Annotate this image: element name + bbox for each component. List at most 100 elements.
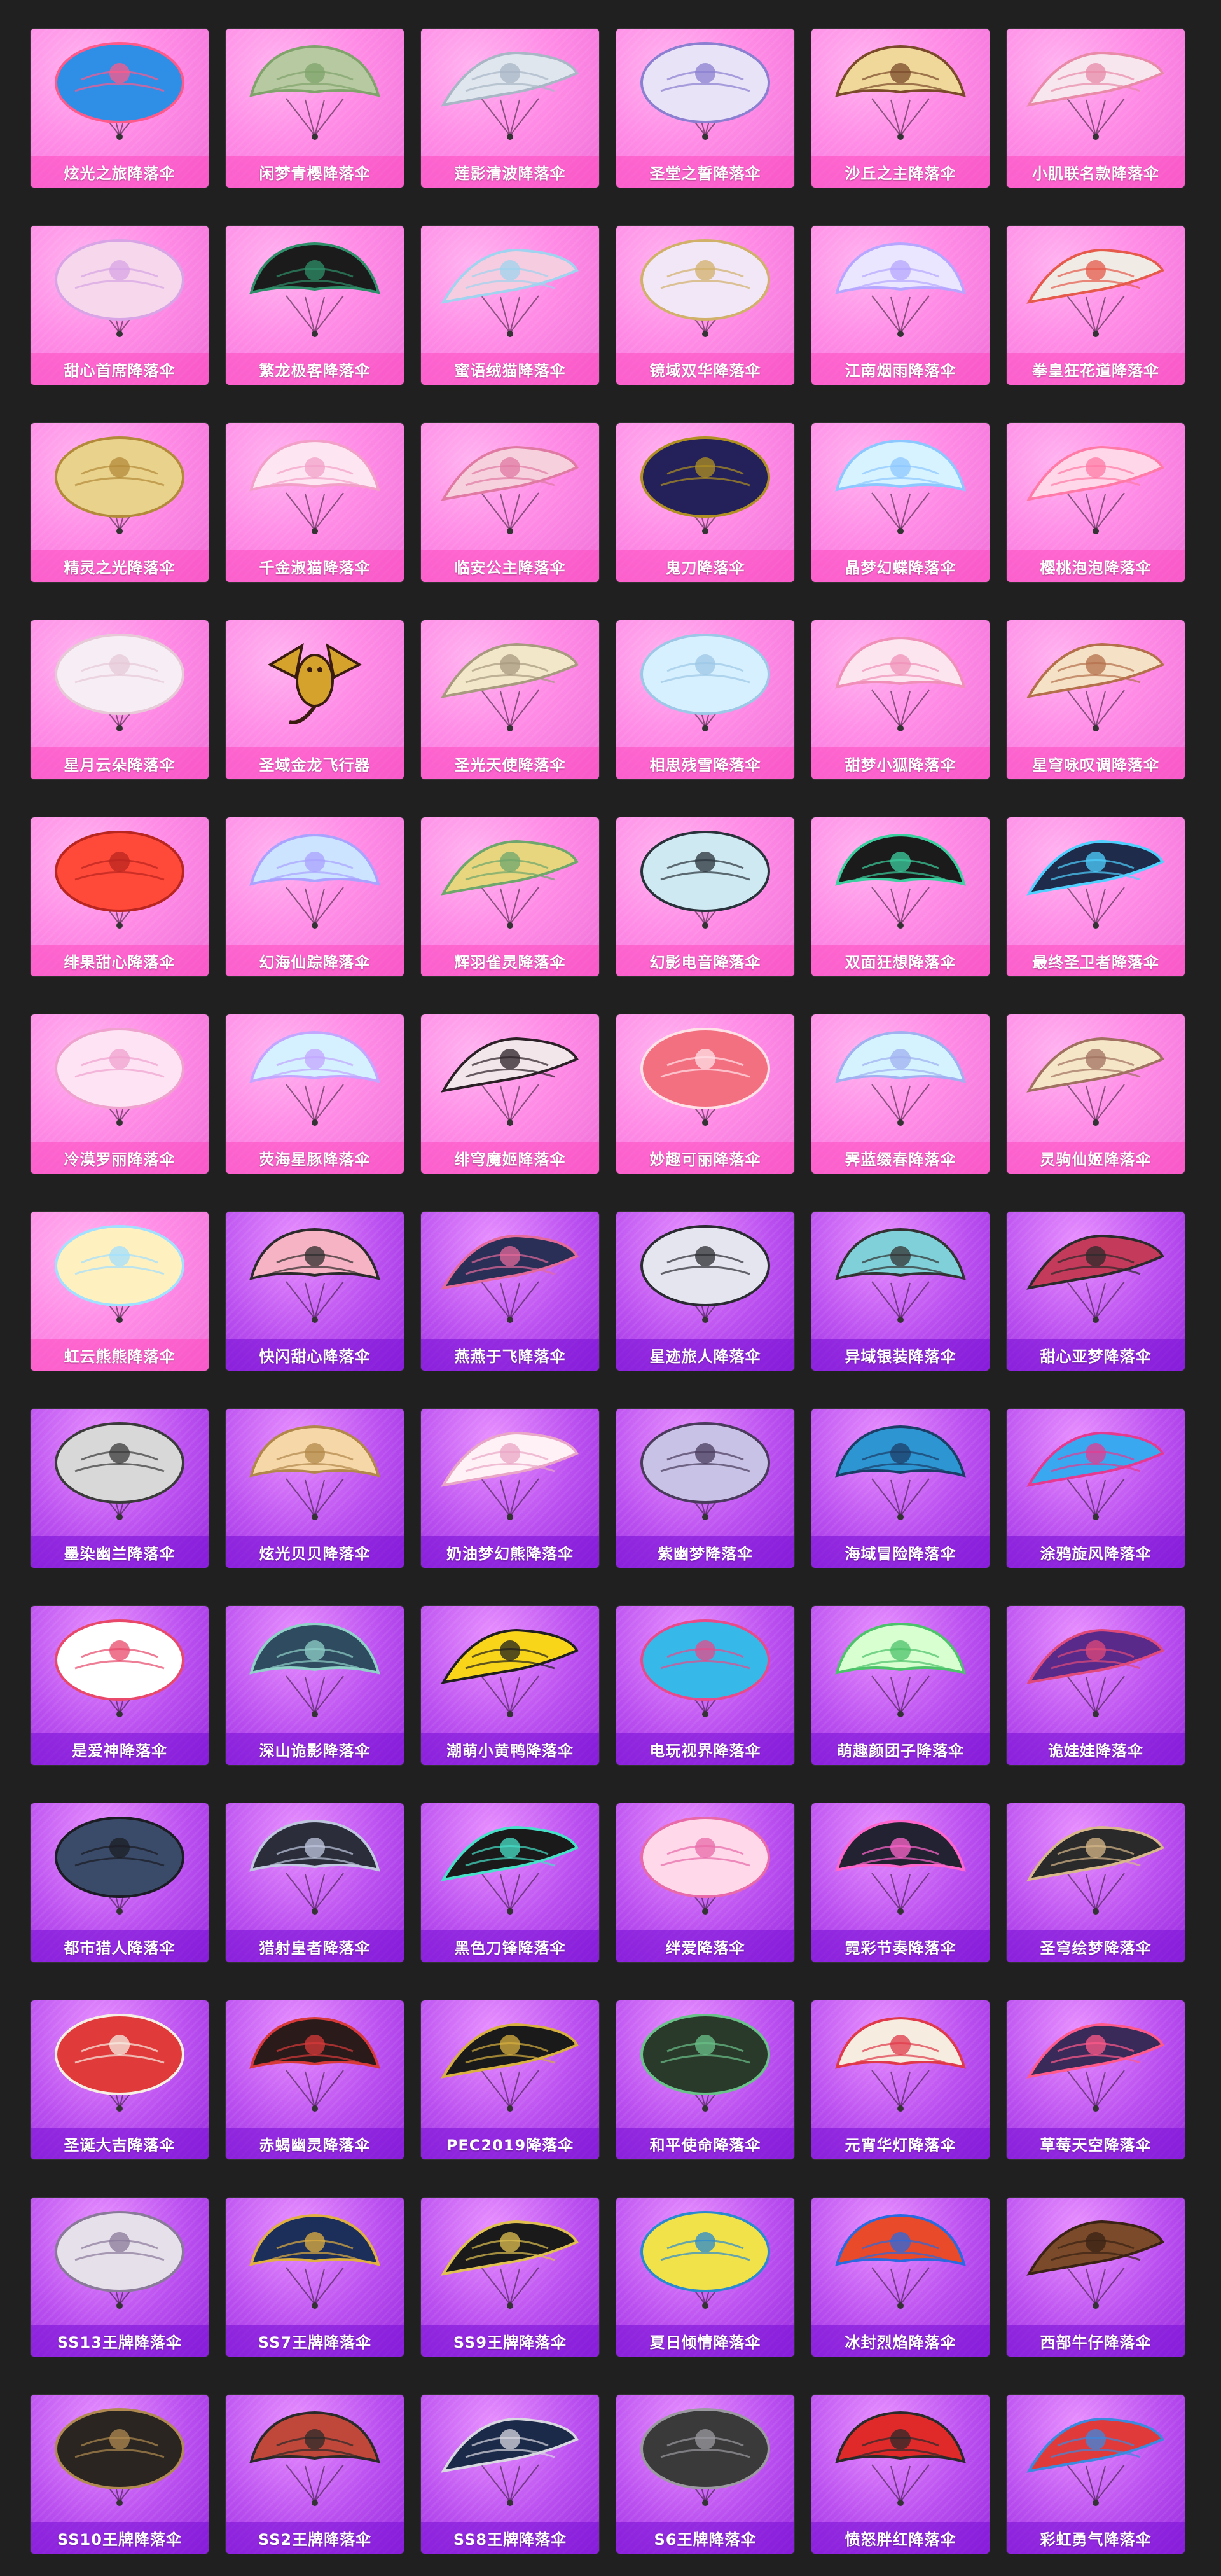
skin-label-bar: 和平使命降落伞 [616,2128,794,2159]
skin-card[interactable]: 鬼刀降落伞 [616,423,794,582]
skin-card[interactable]: 奶油梦幻熊降落伞 [421,1409,599,1568]
skin-card[interactable]: 圣穹绘梦降落伞 [1007,1803,1185,1962]
skin-card[interactable]: 彩虹勇气降落伞 [1007,2395,1185,2554]
skin-card[interactable]: 虹云熊熊降落伞 [31,1212,209,1371]
skin-label-bar: 绯果甜心降落伞 [31,945,209,976]
skin-card[interactable]: SS13王牌降落伞 [31,2198,209,2357]
skin-card[interactable]: 异域银装降落伞 [811,1212,990,1371]
skin-card[interactable]: 樱桃泡泡降落伞 [1007,423,1185,582]
parachute-icon [1026,445,1164,534]
skin-card[interactable]: 圣堂之誓降落伞 [616,29,794,188]
skin-card[interactable]: 最终圣卫者降落伞 [1007,817,1185,976]
skin-card[interactable]: SS7王牌降落伞 [226,2198,404,2357]
skin-card[interactable]: SS8王牌降落伞 [421,2395,599,2554]
skin-card[interactable]: 诡娃娃降落伞 [1007,1606,1185,1765]
skin-card[interactable]: 黑色刀锋降落伞 [421,1803,599,1962]
skin-card[interactable]: 绯果甜心降落伞 [31,817,209,976]
skin-card[interactable]: 拳皇狂花道降落伞 [1007,226,1185,385]
skin-card[interactable]: 和平使命降落伞 [616,2000,794,2159]
skin-label-bar: 最终圣卫者降落伞 [1007,945,1185,976]
skin-card[interactable]: 甜心亚梦降落伞 [1007,1212,1185,1371]
skin-card[interactable]: 赤蝎幽灵降落伞 [226,2000,404,2159]
skin-card[interactable]: 妙趣可丽降落伞 [616,1014,794,1174]
skin-name: 奶油梦幻熊降落伞 [446,1544,574,1563]
skin-card[interactable]: 临安公主降落伞 [421,423,599,582]
skin-card[interactable]: 草莓天空降落伞 [1007,2000,1185,2159]
skin-card[interactable]: 都市猎人降落伞 [31,1803,209,1962]
skin-card[interactable]: 快闪甜心降落伞 [226,1212,404,1371]
skin-card[interactable]: 甜心首席降落伞 [31,226,209,385]
skin-name: SS10王牌降落伞 [57,2530,182,2549]
parachute-icon [55,1817,184,1915]
skin-card[interactable]: 炫光之旅降落伞 [31,29,209,188]
skin-card[interactable]: 炫光贝贝降落伞 [226,1409,404,1568]
skin-card[interactable]: 闲梦青樱降落伞 [226,29,404,188]
skin-card[interactable]: 荧海星豚降落伞 [226,1014,404,1174]
skin-name: 鬼刀降落伞 [665,558,745,577]
skin-card[interactable]: 圣诞大吉降落伞 [31,2000,209,2159]
skin-card[interactable]: 星月云朵降落伞 [31,620,209,779]
skin-name: 圣堂之誓降落伞 [649,164,761,183]
skin-card[interactable]: 莲影清波降落伞 [421,29,599,188]
skin-card[interactable]: 幻海仙踪降落伞 [226,817,404,976]
skin-card[interactable]: 是爱神降落伞 [31,1606,209,1765]
skin-card[interactable]: 星迹旅人降落伞 [616,1212,794,1371]
skin-label-bar: 愤怒胖红降落伞 [811,2522,990,2554]
skin-card[interactable]: 晶梦幻蝶降落伞 [811,423,990,582]
skin-card[interactable]: 猎射皇者降落伞 [226,1803,404,1962]
skin-card[interactable]: 元宵华灯降落伞 [811,2000,990,2159]
skin-card[interactable]: 紫幽梦降落伞 [616,1409,794,1568]
skin-card[interactable]: 蜜语绒猫降落伞 [421,226,599,385]
skin-name: 海域冒险降落伞 [845,1544,956,1563]
parachute-icon [835,1622,966,1717]
skin-card[interactable]: 双面狂想降落伞 [811,817,990,976]
skin-name: 妙趣可丽降落伞 [649,1150,761,1168]
skin-label-bar: 诡娃娃降落伞 [1007,1733,1185,1765]
skin-name: 樱桃泡泡降落伞 [1040,558,1152,577]
skin-card[interactable]: 海域冒险降落伞 [811,1409,990,1568]
skin-label-bar: 萌趣颜团子降落伞 [811,1733,990,1765]
skin-card[interactable]: SS2王牌降落伞 [226,2395,404,2554]
skin-card[interactable]: 江南烟雨降落伞 [811,226,990,385]
skin-card[interactable]: 精灵之光降落伞 [31,423,209,582]
skin-card[interactable]: 幻影电音降落伞 [616,817,794,976]
skin-card[interactable]: 绊爱降落伞 [616,1803,794,1962]
skin-card[interactable]: 镜域双华降落伞 [616,226,794,385]
skin-card[interactable]: 涂鸦旋风降落伞 [1007,1409,1185,1568]
skin-card[interactable]: 圣域金龙飞行器 [226,620,404,779]
skin-card[interactable]: SS10王牌降落伞 [31,2395,209,2554]
skin-label-bar: 甜梦小狐降落伞 [811,747,990,779]
skin-card[interactable]: PEC2019降落伞 [421,2000,599,2159]
skin-name: 和平使命降落伞 [649,2136,761,2154]
parachute-icon [835,2213,966,2309]
skin-card[interactable]: 霓彩节奏降落伞 [811,1803,990,1962]
skin-card[interactable]: S6王牌降落伞 [616,2395,794,2554]
skin-card[interactable]: 燕燕于飞降落伞 [421,1212,599,1371]
skin-card[interactable]: 灵驹仙姬降落伞 [1007,1014,1185,1174]
skin-card[interactable]: 霁蓝缀春降落伞 [811,1014,990,1174]
skin-card[interactable]: 潮萌小黄鸭降落伞 [421,1606,599,1765]
skin-card[interactable]: 夏日倾情降落伞 [616,2198,794,2357]
parachute-icon [1026,2417,1164,2506]
skin-card[interactable]: 冷漠罗丽降落伞 [31,1014,209,1174]
skin-card[interactable]: 绯穹魔姬降落伞 [421,1014,599,1174]
skin-card[interactable]: 萌趣颜团子降落伞 [811,1606,990,1765]
skin-card[interactable]: 墨染幽兰降落伞 [31,1409,209,1568]
skin-card[interactable]: 星穹咏叹调降落伞 [1007,620,1185,779]
parachute-icon [55,436,184,534]
skin-card[interactable]: 电玩视界降落伞 [616,1606,794,1765]
skin-card[interactable]: 辉羽雀灵降落伞 [421,817,599,976]
skin-card[interactable]: 深山诡影降落伞 [226,1606,404,1765]
skin-card[interactable]: 繁龙极客降落伞 [226,226,404,385]
skin-card[interactable]: 小肌联名款降落伞 [1007,29,1185,188]
skin-card[interactable]: 愤怒胖红降落伞 [811,2395,990,2554]
skin-label-bar: 蜜语绒猫降落伞 [421,353,599,385]
skin-card[interactable]: 沙丘之主降落伞 [811,29,990,188]
skin-card[interactable]: 甜梦小狐降落伞 [811,620,990,779]
skin-card[interactable]: 西部牛仔降落伞 [1007,2198,1185,2357]
skin-card[interactable]: SS9王牌降落伞 [421,2198,599,2357]
skin-card[interactable]: 圣光天使降落伞 [421,620,599,779]
skin-card[interactable]: 冰封烈焰降落伞 [811,2198,990,2357]
skin-card[interactable]: 千金淑猫降落伞 [226,423,404,582]
skin-card[interactable]: 相思残雪降落伞 [616,620,794,779]
